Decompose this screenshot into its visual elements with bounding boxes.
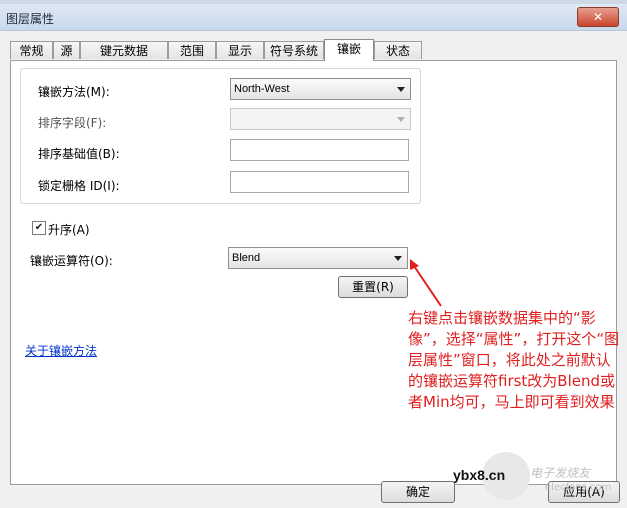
- watermark-brand: 电子发烧友: [530, 466, 591, 480]
- annotation-arrow: [410, 259, 442, 307]
- watermark-site: ybx8.cn: [453, 467, 506, 483]
- watermark-url: elecfans.com: [545, 482, 612, 493]
- ok-button[interactable]: 确定: [381, 481, 455, 503]
- annotation-note: 右键点击镶嵌数据集中的“影像”，选择“属性”，打开这个“图层属性”窗口，将此处之…: [408, 309, 620, 411]
- tab-mosaic[interactable]: 镶嵌: [324, 39, 374, 61]
